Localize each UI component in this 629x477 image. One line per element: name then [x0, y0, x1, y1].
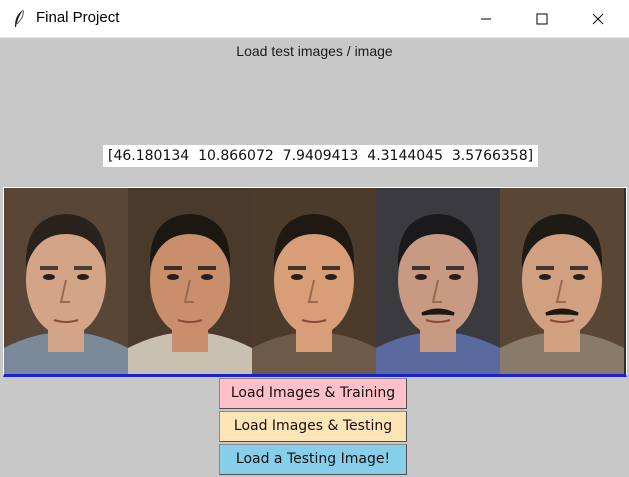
close-button[interactable] [570, 0, 626, 37]
maximize-icon [536, 13, 548, 24]
load-images-training-button[interactable]: Load Images & Training [219, 378, 407, 409]
face-images-strip [3, 187, 627, 377]
feather-icon [15, 9, 24, 27]
face-photo [500, 188, 624, 374]
minimize-icon [481, 18, 491, 19]
window-title: Final Project [36, 9, 120, 26]
face-image [252, 188, 376, 374]
close-icon [592, 13, 604, 24]
load-testing-image-button[interactable]: Load a Testing Image! [219, 444, 407, 475]
face-photo [376, 188, 500, 374]
face-image [376, 188, 500, 374]
face-photo [252, 188, 376, 374]
window-client-area: Load test images / image [46.180134 10.8… [0, 38, 629, 477]
load-images-testing-button[interactable]: Load Images & Testing [219, 411, 407, 442]
minimize-button[interactable] [458, 0, 514, 37]
result-vector-label: [46.180134 10.866072 7.9409413 4.3144045… [103, 145, 539, 167]
action-buttons: Load Images & Training Load Images & Tes… [219, 378, 407, 477]
face-image [128, 188, 252, 374]
maximize-button[interactable] [514, 0, 570, 37]
face-photo [4, 188, 128, 374]
face-image [500, 188, 624, 374]
face-image [4, 188, 128, 374]
status-label: Load test images / image [236, 43, 393, 59]
face-photo [128, 188, 252, 374]
title-bar[interactable]: Final Project [0, 0, 629, 38]
